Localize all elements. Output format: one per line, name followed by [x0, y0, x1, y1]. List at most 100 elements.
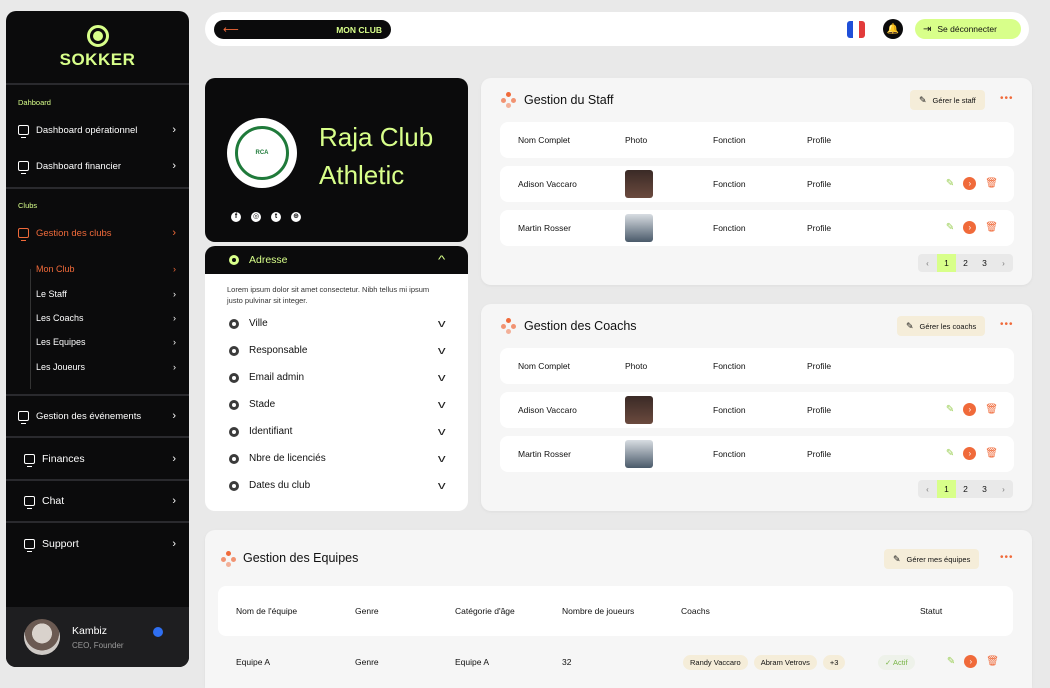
language-flag-fr-icon[interactable]: [847, 21, 865, 38]
trash-icon[interactable]: 🗑: [985, 448, 998, 459]
more-options-icon[interactable]: •••: [1000, 319, 1014, 330]
accordion-row-identifiant[interactable]: Identifiant v: [205, 418, 468, 445]
sidebar-subitem-les-joueurs[interactable]: Les Joueurs ›: [36, 358, 176, 376]
next-page-icon[interactable]: ›: [994, 254, 1013, 272]
sidebar-subitem-les-equipes[interactable]: Les Equipes ›: [36, 333, 176, 351]
prev-page-icon[interactable]: ‹: [918, 480, 937, 498]
next-page-icon[interactable]: ›: [994, 480, 1013, 498]
page-number[interactable]: 1: [937, 480, 956, 498]
trash-icon[interactable]: 🗑: [985, 178, 998, 189]
edit-icon[interactable]: ✎: [946, 222, 954, 233]
page-title-pill[interactable]: ⟵ MON CLUB: [214, 20, 391, 39]
staff-photo: [625, 170, 653, 198]
sidebar-item-support[interactable]: Support ›: [24, 534, 176, 554]
accordion-row-label: Nbre de licenciés: [249, 453, 326, 464]
trash-icon[interactable]: 🗑: [986, 656, 999, 667]
edit-icon[interactable]: ✎: [946, 178, 954, 189]
coach-chip[interactable]: Randy Vaccaro: [683, 654, 748, 670]
accordion-row-responsable[interactable]: Responsable v: [205, 337, 468, 364]
twitter-icon[interactable]: t: [271, 212, 281, 222]
view-arrow-icon[interactable]: ›: [963, 177, 977, 190]
view-arrow-icon[interactable]: ›: [963, 447, 977, 460]
more-options-icon[interactable]: •••: [1000, 93, 1014, 104]
sidebar-item-label: Chat: [42, 495, 65, 507]
manage-teams-button[interactable]: ✎ Gérer mes équipes: [884, 549, 980, 569]
accordion-row-ville[interactable]: Ville v: [205, 310, 468, 337]
accordion-row-email-admin[interactable]: Email admin v: [205, 364, 468, 391]
staff-dots-icon: [501, 92, 517, 108]
table-row[interactable]: Martin Rosser Fonction Profile ✎ › 🗑: [500, 436, 1014, 472]
brand-logo[interactable]: SOKKER: [6, 25, 189, 70]
sidebar-subitem-le-staff[interactable]: Le Staff ›: [36, 285, 176, 303]
view-arrow-icon[interactable]: ›: [963, 221, 977, 234]
edit-icon[interactable]: ✎: [946, 404, 954, 415]
accordion-row-stade[interactable]: Stade v: [205, 391, 468, 418]
trash-icon[interactable]: 🗑: [985, 222, 998, 233]
accordion-row-licencies[interactable]: Nbre de licenciés v: [205, 445, 468, 472]
table-row[interactable]: Martin Rosser Fonction Profile ✎ › 🗑: [500, 210, 1014, 246]
page-number[interactable]: 3: [975, 254, 994, 272]
more-coachs-chip[interactable]: +3: [822, 654, 846, 670]
location-pin-icon: [229, 345, 239, 356]
table-row[interactable]: Adison Vaccaro Fonction Profile ✎ › 🗑: [500, 166, 1014, 202]
accordion-header-adresse[interactable]: Adresse ^: [205, 246, 468, 274]
page-number[interactable]: 1: [937, 254, 956, 272]
page-number[interactable]: 3: [975, 480, 994, 498]
social-links: f ◎ t ⊕: [231, 212, 301, 222]
notification-bell-icon[interactable]: 🔔: [883, 19, 903, 39]
view-arrow-icon[interactable]: ›: [964, 655, 978, 668]
panel-title: Gestion des Coachs: [524, 319, 637, 333]
sidebar-item-dashboard-operationnel[interactable]: Dashboard opérationnel ›: [18, 120, 176, 140]
user-profile[interactable]: Kambiz CEO, Founder: [6, 607, 189, 667]
table-row[interactable]: Adison Vaccaro Fonction Profile ✎ › 🗑: [500, 392, 1014, 428]
sidebar-item-gestion-clubs[interactable]: Gestion des clubs ›: [18, 223, 176, 243]
chevron-right-icon: ›: [173, 264, 176, 274]
coach-profile[interactable]: Profile: [807, 392, 831, 428]
sidebar-item-dashboard-financier[interactable]: Dashboard financier ›: [18, 156, 176, 176]
web-icon[interactable]: ⊕: [291, 212, 301, 222]
column-header: Profile: [807, 135, 832, 145]
staff-name: Adison Vaccaro: [518, 179, 577, 189]
coach-profile[interactable]: Profile: [807, 436, 831, 472]
edit-icon[interactable]: ✎: [946, 448, 954, 459]
manage-staff-label: Gérer le staff: [932, 95, 976, 105]
divider: [6, 521, 189, 523]
manage-staff-button[interactable]: ✎ Gérer le staff: [910, 90, 985, 110]
page-number[interactable]: 2: [956, 254, 975, 272]
facebook-icon[interactable]: f: [231, 212, 241, 222]
divider: [6, 436, 189, 438]
sidebar-subitem-les-coachs[interactable]: Les Coachs ›: [36, 309, 176, 327]
team-coachs: Randy Vaccaro Abram Vetrovs +3: [683, 644, 851, 680]
edit-icon: ✎: [906, 320, 914, 331]
chevron-down-icon: v: [437, 425, 446, 438]
accordion-row-label: Email admin: [249, 372, 305, 383]
monitor-icon: [24, 496, 35, 509]
sidebar-item-label: Gestion des événements: [36, 410, 142, 422]
accordion-row-label: Stade: [249, 399, 276, 410]
sidebar-item-gestion-evenements[interactable]: Gestion des événements ›: [18, 406, 176, 426]
coach-chip[interactable]: Abram Vetrovs: [753, 654, 817, 670]
row-actions: ✎ › 🗑: [947, 655, 999, 668]
manage-coachs-button[interactable]: ✎ Gérer les coachs: [897, 316, 986, 336]
coach-photo: [625, 440, 653, 468]
logo-ball-icon: [86, 25, 109, 47]
staff-profile[interactable]: Profile: [807, 210, 831, 246]
table-row[interactable]: Equipe A Genre Equipe A 32 Randy Vaccaro…: [218, 644, 1013, 680]
instagram-icon[interactable]: ◎: [251, 212, 261, 222]
prev-page-icon[interactable]: ‹: [918, 254, 937, 272]
staff-profile[interactable]: Profile: [807, 166, 831, 202]
view-arrow-icon[interactable]: ›: [963, 403, 977, 416]
page-number[interactable]: 2: [956, 480, 975, 498]
sidebar-item-chat[interactable]: Chat ›: [24, 491, 176, 511]
sidebar-item-finances[interactable]: Finances ›: [24, 449, 176, 469]
edit-icon[interactable]: ✎: [947, 656, 955, 667]
accordion-row-dates[interactable]: Dates du club v: [205, 472, 468, 499]
sidebar-subitem-mon-club[interactable]: Mon Club ›: [36, 260, 176, 278]
logout-button[interactable]: ⇥ Se déconnecter: [915, 19, 1021, 39]
back-arrow-icon[interactable]: ⟵: [223, 23, 239, 36]
trash-icon[interactable]: 🗑: [985, 404, 998, 415]
coachs-dots-icon: [501, 318, 517, 334]
more-options-icon[interactable]: •••: [1000, 552, 1014, 563]
location-pin-icon: [229, 318, 239, 329]
location-pin-icon: [229, 426, 239, 437]
